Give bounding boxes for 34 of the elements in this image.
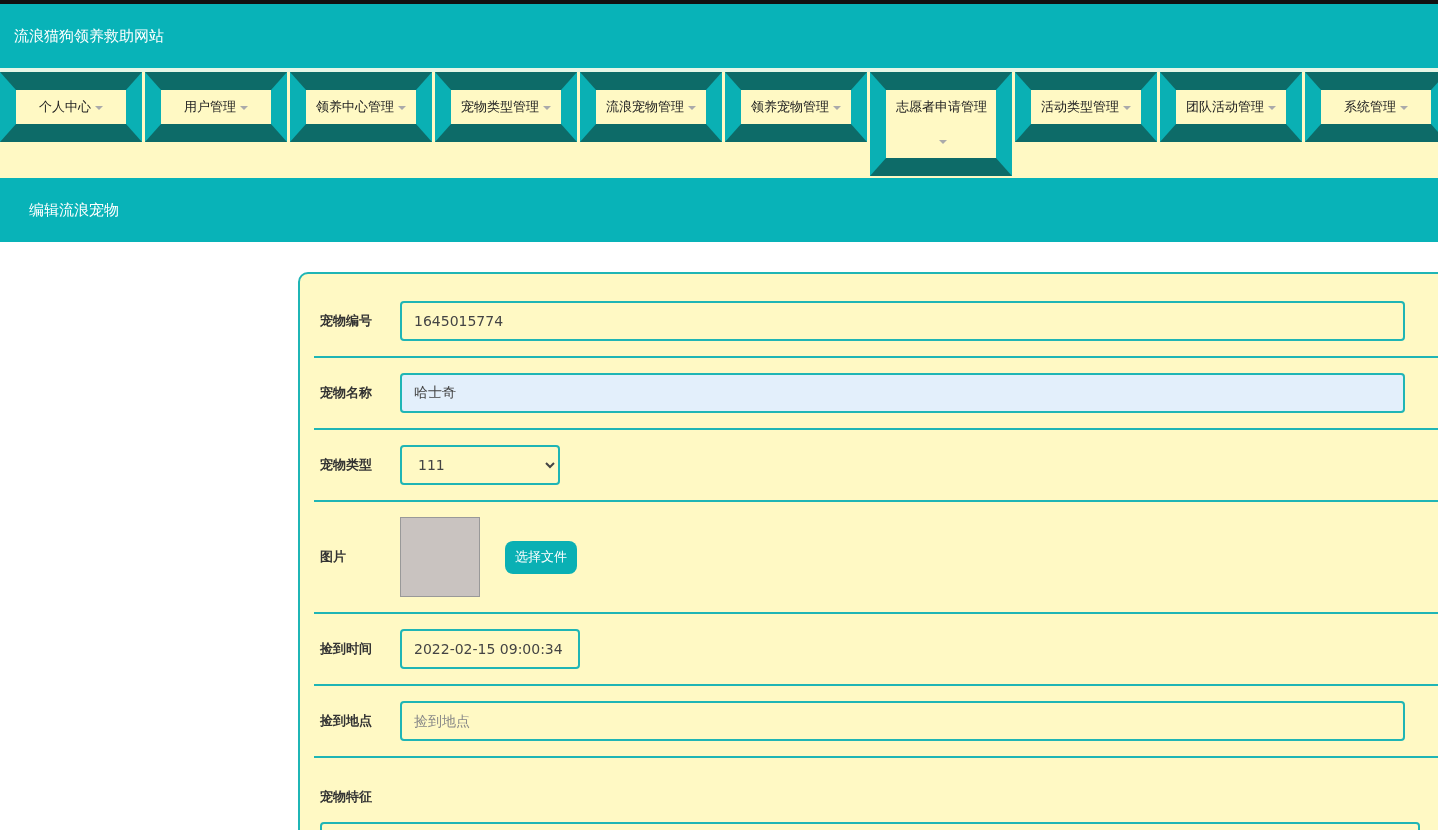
caret-icon	[240, 105, 248, 110]
nav-menu-item[interactable]: 活动类型管理	[1015, 72, 1157, 142]
text-input[interactable]: 捡到地点	[400, 701, 1405, 741]
caret-icon	[543, 105, 551, 110]
field-label: 捡到时间	[320, 640, 373, 658]
caret-icon	[833, 105, 841, 110]
caret-icon	[1268, 105, 1276, 110]
field-label: 宠物名称	[320, 384, 373, 402]
text-input[interactable]: 1645015774	[400, 301, 1405, 341]
nav-menu-item[interactable]: 团队活动管理	[1160, 72, 1302, 142]
caret-icon	[95, 105, 103, 110]
nav-menu-item[interactable]: 流浪宠物管理	[580, 72, 722, 142]
field-label: 宠物特征	[320, 788, 373, 806]
field-label: 捡到地点	[320, 712, 373, 730]
page-title: 编辑流浪宠物	[29, 200, 119, 220]
field-label: 宠物编号	[320, 312, 373, 330]
caret-icon	[688, 105, 696, 110]
caret-icon	[398, 105, 406, 110]
nav-menu-item[interactable]: 领养中心管理	[290, 72, 432, 142]
nav-menu-item[interactable]: 宠物类型管理	[435, 72, 577, 142]
type-select[interactable]: 111	[400, 445, 560, 485]
nav-menu-item[interactable]: 领养宠物管理	[725, 72, 867, 142]
datetime-input[interactable]: 2022-02-15 09:00:34	[400, 629, 580, 669]
caret-icon	[939, 139, 947, 144]
nav-menu-item[interactable]: 用户管理	[145, 72, 287, 142]
field-label: 宠物类型	[320, 456, 373, 474]
field-label: 图片	[320, 548, 347, 566]
nav-menu-item[interactable]: 志愿者申请管理	[870, 72, 1012, 176]
text-input[interactable]: 哈士奇	[400, 373, 1405, 413]
caret-icon	[1123, 105, 1131, 110]
site-title: 流浪猫狗领养救助网站	[14, 26, 164, 46]
caret-icon	[1400, 105, 1408, 110]
nav-menu-item[interactable]: 系统管理	[1305, 72, 1438, 142]
nav-menu-item[interactable]: 个人中心	[0, 72, 142, 142]
